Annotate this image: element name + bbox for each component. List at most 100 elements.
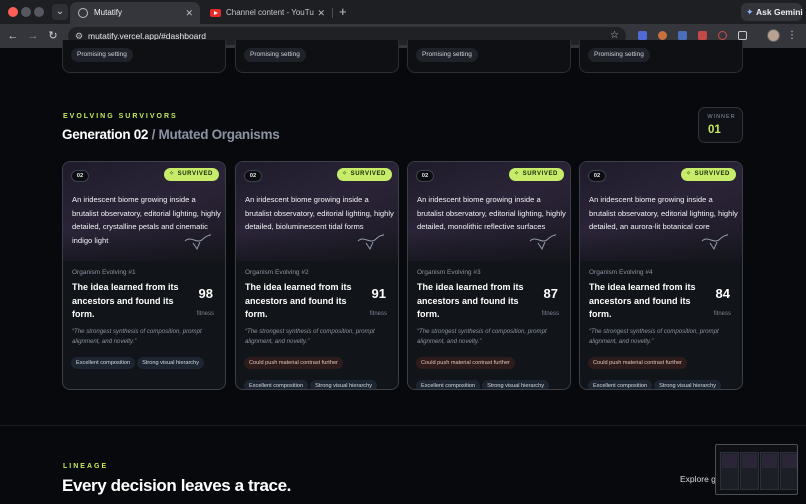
feedback-tag: Excellent composition [416,379,481,389]
scribble-art-icon [701,233,728,251]
organism-card-2[interactable]: 02 ✧ SURVIVED An iridescent biome growing i… [235,161,399,390]
profile-avatar[interactable] [767,29,780,42]
section-eyebrow: EVOLVING SURVIVORS [63,113,178,120]
idea-text: The idea learned from its ancestors and … [72,282,179,319]
feedback-tag: Strong visual hierarchy [654,379,722,389]
idea-text: The idea learned from its ancestors and … [245,282,352,319]
extension-icon[interactable] [698,31,707,40]
sparkle-icon: ✧ [685,171,692,177]
ask-gemini-label: Ask Gemini [756,7,803,17]
idea-text: The idea learned from its ancestors and … [417,282,524,319]
organism-label: Organism Evolving #3 [417,269,481,276]
organism-label: Organism Evolving #2 [245,269,309,276]
timer-extension-icon[interactable] [718,31,727,40]
feedback-tags: Could push material contrast further Exce… [244,351,394,389]
extension-icon[interactable] [658,31,667,40]
feedback-tag: Promising setting [71,48,133,62]
thumbnail-card [780,452,797,490]
tab-search-chevron-icon[interactable]: ⌄ [52,4,68,20]
winner-label: WINNER [707,114,736,120]
generation-title-main: Generation 02 [62,127,149,142]
fitness-label: fitness [196,311,214,317]
minimize-window-button[interactable] [21,7,31,17]
prompt-text: An iridescent biome growing inside a bru… [417,195,566,231]
idea-text: The idea learned from its ancestors and … [589,282,696,319]
browser-tab-youtube-studio[interactable]: Channel content - YouTube Studio ✕ [202,2,333,24]
more-menu-icon[interactable]: ⋮ [787,27,797,45]
fitness-score: 98 [198,286,213,301]
prompt-text: An iridescent biome growing inside a bru… [245,195,394,231]
sparkle-icon: ✧ [513,171,520,177]
generation-title: Generation 02 / Mutated Organisms [62,127,280,142]
survived-label: SURVIVED [177,171,213,177]
thumbnail-card [720,452,739,490]
thumbnail-card [740,452,759,490]
sparkle-icon: ✧ [341,171,348,177]
survived-label: SURVIVED [694,171,730,177]
winner-badge: WINNER 01 [698,107,743,143]
tab-title: Mutatify [94,8,123,17]
globe-icon [78,8,88,18]
fitness-label: fitness [369,311,387,317]
close-window-button[interactable] [8,7,18,17]
generation-badge: 02 [244,170,262,182]
organism-card-1[interactable]: 02 ✧ SURVIVED An iridescent biome growing i… [62,161,226,390]
extension-icon[interactable] [678,31,687,40]
forward-arrow-icon[interactable]: → [25,28,41,44]
ask-gemini-button[interactable]: ✦ Ask Gemini [741,3,803,21]
reload-icon[interactable]: ↻ [45,28,61,44]
sparkle-icon: ✧ [168,171,175,177]
feedback-tag: Could push material contrast further [416,357,515,369]
prompt-text: An iridescent biome growing inside a bru… [589,195,738,231]
fitness-label: fitness [541,311,559,317]
thumbnail-card [760,452,779,490]
extension-icon[interactable] [638,31,647,40]
generation-title-sub: / Mutated Organisms [148,127,280,142]
explore-link[interactable]: Explore g [680,474,716,484]
youtube-icon [210,9,221,17]
maximize-window-button[interactable] [34,7,44,17]
browser-tab-mutatify[interactable]: Mutatify ✕ [70,2,200,24]
scribble-art-icon [357,233,384,251]
survived-badge: ✧ SURVIVED [336,168,392,181]
generation-badge: 02 [416,170,434,182]
generation-badge: 02 [71,170,89,182]
scribble-art-icon [529,233,556,251]
puzzle-extensions-icon[interactable] [738,31,747,40]
organism-label: Organism Evolving #1 [72,269,136,276]
critique-quote: “The strongest synthesis of composition,… [245,328,375,345]
feedback-tag: Promising setting [588,48,650,62]
tab-title: Channel content - YouTube Studio [226,8,314,17]
browser-tab-bar: ⌄ Mutatify ✕ Channel content - YouTube S… [0,0,806,24]
organism-card-3[interactable]: 02 ✧ SURVIVED An iridescent biome growing i… [407,161,571,390]
fitness-score: 91 [371,286,386,301]
screen-thumbnail-preview[interactable] [715,444,798,495]
feedback-tag: Excellent composition [71,357,136,369]
back-arrow-icon[interactable]: ← [5,28,21,44]
organism-card-4[interactable]: 02 ✧ SURVIVED An iridescent biome growing i… [579,161,743,390]
feedback-tag: Promising setting [416,48,478,62]
feedback-tag: Strong visual hierarchy [137,357,205,369]
organism-label: Organism Evolving #4 [589,269,653,276]
section-divider [0,425,806,426]
survived-label: SURVIVED [350,171,386,177]
critique-quote: “The strongest synthesis of composition,… [72,328,202,345]
feedback-tag: Strong visual hierarchy [310,379,378,389]
feedback-tag: Strong visual hierarchy [482,379,550,389]
previous-card: Promising setting [62,40,226,73]
feedback-tag: Excellent composition [244,379,309,389]
critique-quote: “The strongest synthesis of composition,… [417,328,547,345]
critique-quote: “The strongest synthesis of composition,… [589,328,719,345]
new-tab-button[interactable]: + [339,2,347,22]
survived-badge: ✧ SURVIVED [508,168,564,181]
feedback-tag: Excellent composition [588,379,653,389]
survived-badge: ✧ SURVIVED [163,168,219,181]
winner-value: 01 [708,124,721,136]
close-tab-icon[interactable]: ✕ [317,2,325,24]
generation-badge: 02 [588,170,606,182]
feedback-tag: Could push material contrast further [588,357,687,369]
feedback-tags: Could push material contrast further Exce… [416,351,566,389]
close-tab-icon[interactable]: ✕ [185,2,193,24]
previous-card: Promising setting [579,40,743,73]
lineage-title: Every decision leaves a trace. [62,476,291,495]
